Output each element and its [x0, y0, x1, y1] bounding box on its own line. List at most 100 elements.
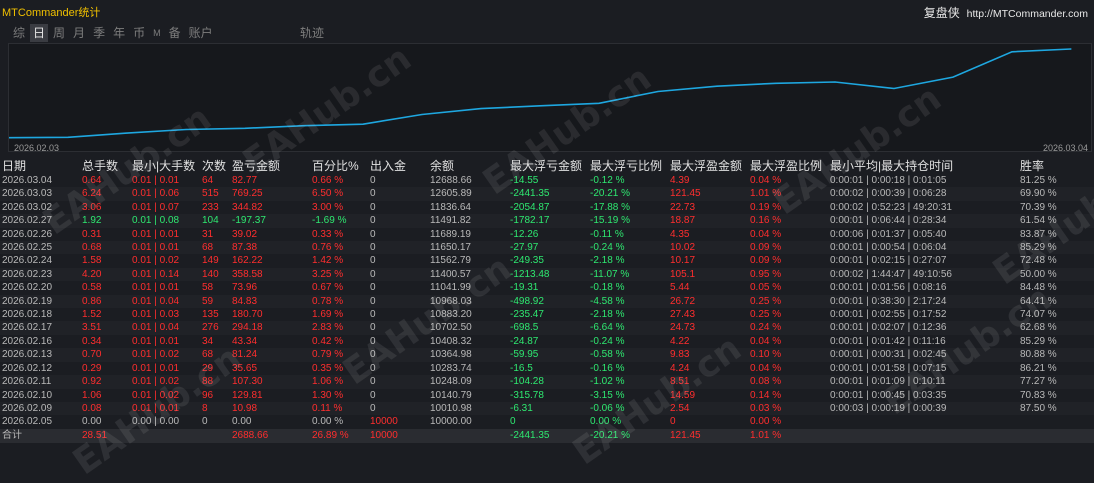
- table-cell: -2441.35: [508, 187, 588, 201]
- column-header[interactable]: 余额: [428, 157, 508, 174]
- table-cell: 1.06 %: [310, 375, 368, 389]
- column-header[interactable]: 出入金: [368, 157, 428, 174]
- table-row[interactable]: 2026.02.16 0.34 0.01 | 0.01 34 43.34 0.42 % 0 1…: [0, 335, 1094, 348]
- table-cell: 2026.02.18: [2, 309, 53, 321]
- table-cell: 3.06: [82, 201, 102, 213]
- table-row[interactable]: 2026.02.25 0.68 0.01 | 0.01 68 87.38 0.76 % 0 1…: [0, 241, 1094, 255]
- equity-point: [185, 128, 187, 131]
- table-cell: 2026.02.12: [2, 362, 53, 374]
- table-cell: 10283.74: [430, 362, 472, 374]
- tab-track[interactable]: 轨迹: [300, 24, 324, 42]
- table-row[interactable]: 2026.02.18 1.52 0.01 | 0.03 135 180.70 1.69 %…: [0, 308, 1094, 321]
- table-cell: 0.01 | 0.01: [132, 335, 180, 347]
- table-row[interactable]: 2026.02.11 0.92 0.01 | 0.02 88 107.30 1.06 % 0…: [0, 375, 1094, 389]
- table-cell: 43.34: [232, 335, 258, 347]
- table-cell: -2.18 %: [590, 309, 625, 321]
- table-cell: 0: [370, 175, 376, 186]
- table-cell: 2026.03.02: [2, 201, 53, 213]
- table-row[interactable]: 2026.02.09 0.08 0.01 | 0.01 8 10.98 0.11 % 0 10…: [0, 401, 1094, 416]
- table-row[interactable]: 2026.02.12 0.29 0.01 | 0.01 29 35.65 0.35 % 0 1…: [0, 362, 1094, 375]
- table-row[interactable]: 2026.02.26 0.31 0.01 | 0.01 31 39.02 0.33 % 0 1…: [0, 228, 1094, 241]
- table-row[interactable]: 2026.02.23 4.20 0.01 | 0.14 140 358.58 3.25 %…: [0, 267, 1094, 282]
- equity-point: [244, 127, 246, 129]
- table-cell: 0:00:06 | 0:01:37 | 0:05:40: [830, 228, 947, 240]
- table-cell: 11491.82: [428, 214, 508, 228]
- table-cell: 0.11 %: [310, 401, 368, 416]
- table-cell: 2026.02.13: [0, 348, 80, 362]
- table-cell: 0: [370, 228, 376, 240]
- table-row[interactable]: 2026.02.05 0.00 0.00 | 0.00 0 0.00 0.00 % 1000…: [0, 415, 1094, 428]
- table-cell: 0.08 %: [748, 375, 828, 389]
- column-header[interactable]: 总手数: [80, 157, 130, 174]
- total-row: 合计 28.51 2688.66 26.89 % 10000 -2441.35 -20.21…: [0, 428, 1094, 443]
- table-cell: 0: [670, 416, 676, 428]
- table-cell: 4.35: [670, 228, 690, 240]
- table-cell: 0.42 %: [312, 335, 344, 347]
- table-cell: 1.30 %: [312, 389, 344, 401]
- tab-4[interactable]: 季: [90, 24, 108, 42]
- tab-1[interactable]: 日: [30, 24, 49, 42]
- column-header[interactable]: 次数: [200, 157, 230, 174]
- table-cell: 0.00 %: [312, 416, 344, 428]
- table-cell: 0.03 %: [748, 401, 828, 416]
- table-cell: -0.24 %: [588, 241, 668, 255]
- table-row[interactable]: 2026.03.03 6.24 0.01 | 0.06 515 769.25 6.50 %…: [0, 187, 1094, 201]
- table-cell: 2.83 %: [310, 321, 368, 335]
- column-header[interactable]: 百分比%: [310, 157, 368, 174]
- table-cell: 233: [202, 201, 219, 213]
- table-cell: 85.29 %: [1020, 335, 1057, 347]
- tab-8[interactable]: 备: [166, 24, 184, 42]
- table-cell: 0: [368, 187, 428, 201]
- tab-2[interactable]: 周: [50, 24, 68, 42]
- column-header[interactable]: 胜率: [1018, 157, 1094, 174]
- table-cell: 0.01 | 0.01: [130, 241, 200, 255]
- table-cell: 64.41 %: [1018, 294, 1094, 309]
- table-cell: 0.19 %: [750, 201, 782, 213]
- tab-6[interactable]: 币: [130, 24, 148, 42]
- table-row[interactable]: 2026.02.17 3.51 0.01 | 0.04 276 294.18 2.83 %…: [0, 321, 1094, 335]
- table-row[interactable]: 2026.03.04 0.64 0.01 | 0.01 64 82.77 0.66 % 0 1…: [0, 174, 1094, 187]
- total-cell: [828, 428, 1018, 443]
- column-header[interactable]: 最小|大手数: [130, 157, 200, 174]
- tab-9[interactable]: 账户: [186, 24, 216, 42]
- equity-series-line: [9, 48, 1072, 139]
- tab-7[interactable]: M: [150, 24, 164, 42]
- table-cell: 104: [200, 214, 230, 228]
- table-row[interactable]: 2026.02.20 0.58 0.01 | 0.01 58 73.96 0.67 % 0 1…: [0, 281, 1094, 294]
- column-header[interactable]: 日期: [0, 157, 80, 174]
- equity-point: [480, 107, 482, 110]
- table-row[interactable]: 2026.02.10 1.06 0.01 | 0.02 96 129.81 1.30 % 0…: [0, 389, 1094, 402]
- table-cell: 1.92: [80, 214, 130, 228]
- table-cell: 0.05 %: [750, 282, 782, 294]
- table-cell: 0: [370, 335, 376, 347]
- tab-3[interactable]: 月: [70, 24, 88, 42]
- tab-0[interactable]: 综: [10, 24, 28, 42]
- equity-point: [1011, 51, 1013, 53]
- column-header[interactable]: 最大浮盈比例: [748, 157, 828, 174]
- table-cell: 26.72: [668, 294, 748, 309]
- table-cell: 80.88 %: [1018, 348, 1094, 362]
- column-header[interactable]: 最小平均|最大持仓时间: [828, 157, 1018, 174]
- table-row[interactable]: 2026.02.13 0.70 0.01 | 0.02 68 81.24 0.79 % 0 1…: [0, 348, 1094, 362]
- table-cell: 3.00 %: [312, 201, 344, 213]
- table-cell: 58: [202, 282, 214, 294]
- column-header[interactable]: 盈亏金额: [230, 157, 310, 174]
- brand-url-link[interactable]: http://MTCommander.com: [967, 8, 1088, 20]
- column-header[interactable]: 最大浮亏金额: [508, 157, 588, 174]
- column-header[interactable]: 最大浮亏比例: [588, 157, 668, 174]
- tab-5[interactable]: 年: [110, 24, 128, 42]
- equity-point: [952, 76, 954, 78]
- table-row[interactable]: 2026.02.19 0.86 0.01 | 0.04 59 84.83 0.78 % 0 1…: [0, 294, 1094, 309]
- table-cell: 64: [202, 175, 214, 186]
- table-cell: 0.10 %: [748, 348, 828, 362]
- table-row[interactable]: 2026.02.24 1.58 0.01 | 0.02 149 162.22 1.42 %…: [0, 254, 1094, 267]
- table-row[interactable]: 2026.03.02 3.06 0.01 | 0.07 233 344.82 3.00 %…: [0, 201, 1094, 214]
- table-cell: 10000: [370, 416, 398, 428]
- table-cell: 82.77: [232, 175, 258, 186]
- column-header[interactable]: 最大浮盈金额: [668, 157, 748, 174]
- table-row[interactable]: 2026.02.27 1.92 0.01 | 0.08 104 -197.37 -1.69…: [0, 214, 1094, 228]
- table-cell: 4.24: [670, 362, 690, 374]
- table-cell: 0.00: [82, 416, 102, 428]
- table-cell: 0.01 | 0.01: [130, 401, 200, 416]
- table-cell: 70.39 %: [1020, 201, 1057, 213]
